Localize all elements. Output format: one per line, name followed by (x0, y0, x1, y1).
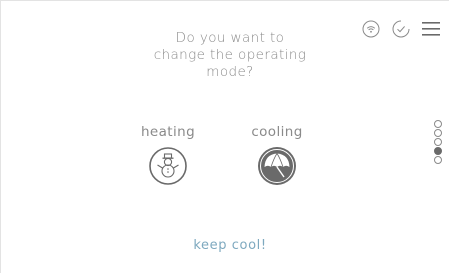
mode-label-cooling: cooling (251, 124, 303, 140)
umbrella-icon (257, 146, 297, 186)
question-line-3: mode? (206, 64, 254, 80)
page-dot-1[interactable] (434, 120, 442, 128)
wifi-icon[interactable] (362, 20, 380, 42)
toolbar (362, 20, 444, 40)
page-dot-3[interactable] (434, 138, 442, 146)
keep-cool-link[interactable]: keep cool! (130, 238, 330, 253)
page-dot-4-active[interactable] (434, 147, 442, 155)
mode-label-heating: heating (140, 124, 196, 140)
snowman-icon (148, 146, 188, 186)
page-indicator (434, 120, 442, 165)
question-line-2: change the operating (153, 47, 307, 63)
page-dot-5[interactable] (434, 156, 442, 164)
page-dot-2[interactable] (434, 129, 442, 137)
check-circle-icon[interactable] (392, 20, 410, 42)
mode-option-cooling[interactable]: cooling (237, 124, 317, 186)
mode-option-heating[interactable]: heating (128, 124, 208, 186)
question-line-1: Do you want to (175, 30, 285, 46)
page-title: Do you want to change the operating mode… (115, 30, 345, 81)
menu-icon[interactable] (422, 21, 440, 41)
